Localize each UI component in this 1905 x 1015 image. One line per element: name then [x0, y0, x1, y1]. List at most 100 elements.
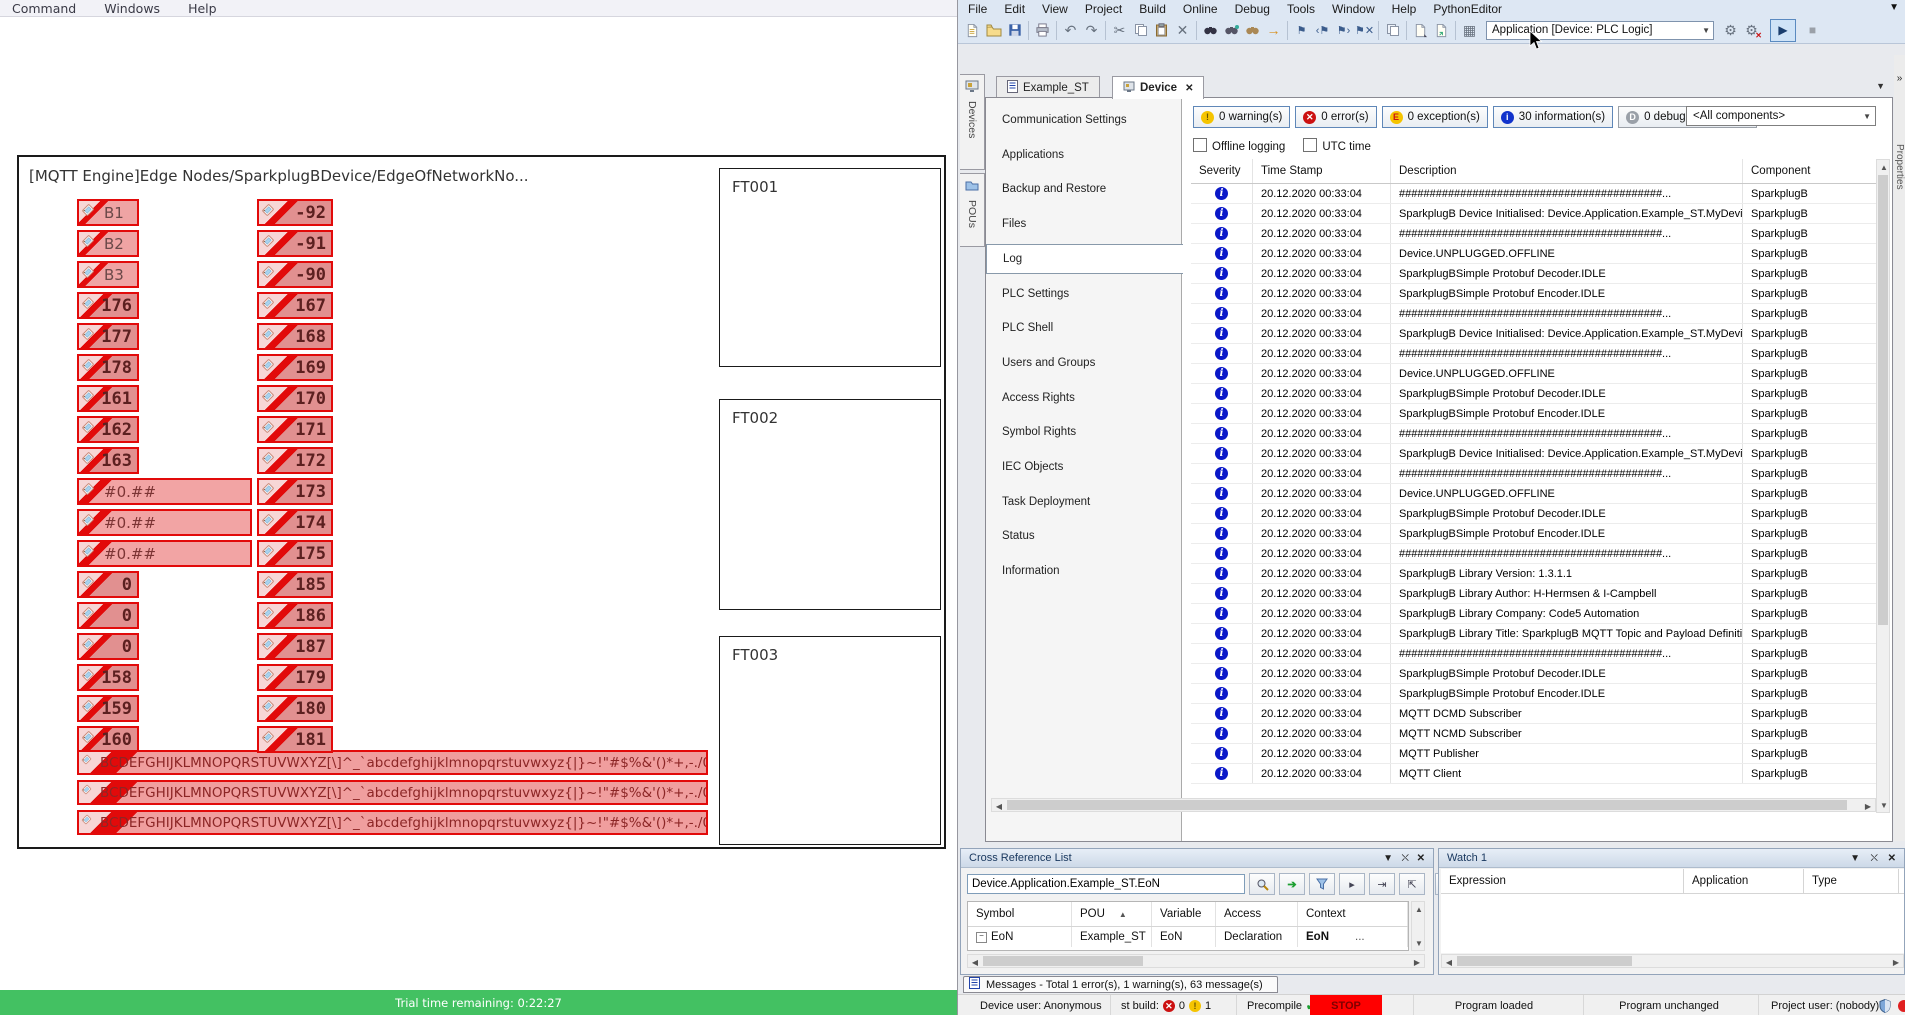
filter-icon[interactable]	[1309, 873, 1335, 895]
menu-item-project[interactable]: Project	[1085, 2, 1122, 16]
watch-hscroll-thumb[interactable]	[1457, 956, 1632, 966]
log-row[interactable]: i20.12.2020 00:33:04SparkplugB Device In…	[1191, 444, 1881, 464]
xref-column-context[interactable]: Context	[1298, 902, 1408, 926]
active-application-combo[interactable]: Application [Device: PLC Logic]▼	[1486, 21, 1714, 40]
log-row[interactable]: i20.12.2020 00:33:04SparkplugB Library V…	[1191, 564, 1881, 584]
filter-information-button[interactable]: i30 information(s)	[1493, 106, 1613, 128]
log-row[interactable]: i20.12.2020 00:33:04SparkplugBSimple Pro…	[1191, 384, 1881, 404]
undo-icon[interactable]: ↶	[1060, 20, 1081, 41]
scroll-right-icon[interactable]: ▶	[1889, 955, 1903, 969]
log-column-description[interactable]: Description	[1391, 159, 1743, 183]
log-row[interactable]: i20.12.2020 00:33:04Device.UNPLUGGED.OFF…	[1191, 244, 1881, 264]
sidebar-item-communication-settings[interactable]: Communication Settings	[986, 105, 1182, 135]
watch-column-expression[interactable]: Expression	[1441, 869, 1684, 893]
watch-hscrollbar[interactable]: ◀ ▶	[1441, 954, 1904, 968]
log-row[interactable]: i20.12.2020 00:33:04SparkplugBSimple Pro…	[1191, 504, 1881, 524]
log-row[interactable]: i20.12.2020 00:33:04MQTT NCMD Subscriber…	[1191, 724, 1881, 744]
filter-exception-button[interactable]: E0 exception(s)	[1382, 106, 1488, 128]
insert-icon[interactable]: ⇱	[1399, 873, 1425, 895]
menu-item-view[interactable]: View	[1042, 2, 1068, 16]
log-row[interactable]: i20.12.2020 00:33:04SparkplugB Library T…	[1191, 624, 1881, 644]
bookmark-toggle-icon[interactable]: ⚑	[1291, 20, 1312, 41]
xref-column-variable[interactable]: Variable	[1152, 902, 1216, 926]
sidebar-item-access-rights[interactable]: Access Rights	[986, 383, 1182, 413]
filter-warning-button[interactable]: !0 warning(s)	[1193, 106, 1290, 128]
stop-button[interactable]: ■	[1802, 20, 1823, 41]
dock-tab-devices[interactable]: Devices	[960, 74, 985, 170]
log-row[interactable]: i20.12.2020 00:33:04####################…	[1191, 464, 1881, 484]
cross-reference-row[interactable]: −EoNExample_STEoNDeclarationEoN ...	[968, 927, 1408, 947]
sidebar-item-task-deployment[interactable]: Task Deployment	[986, 487, 1182, 517]
menu-item-online[interactable]: Online	[1183, 2, 1218, 16]
jump-to-icon[interactable]: ⇥	[1369, 873, 1395, 895]
filter-error-button[interactable]: ✕0 error(s)	[1295, 106, 1376, 128]
sidebar-item-log[interactable]: Log	[986, 244, 1183, 274]
sidebar-item-status[interactable]: Status	[986, 521, 1182, 551]
log-row[interactable]: i20.12.2020 00:33:04SparkplugBSimple Pro…	[1191, 684, 1881, 704]
xref-hscroll-thumb[interactable]	[983, 956, 1143, 966]
copy-special-icon[interactable]	[1382, 20, 1403, 41]
paste-icon[interactable]	[1151, 20, 1172, 41]
sidebar-item-symbol-rights[interactable]: Symbol Rights	[986, 417, 1182, 447]
watch-column-type[interactable]: Type	[1804, 869, 1899, 893]
sidebar-item-information[interactable]: Information	[986, 556, 1182, 586]
menu-item-pythoneditor[interactable]: PythonEditor	[1433, 2, 1502, 16]
right-dock-tab-properties[interactable]: Properties	[1894, 144, 1905, 190]
new-file-icon[interactable]	[962, 20, 983, 41]
offline-logging-checkbox[interactable]: Offline logging	[1193, 138, 1285, 153]
log-vscrollbar[interactable]: ▲ ▼	[1876, 159, 1890, 813]
log-hscrollbar[interactable]: ◀ ▶	[991, 798, 1876, 812]
bookmark-prev-icon[interactable]: ‹⚑	[1312, 20, 1333, 41]
sidebar-item-backup-and-restore[interactable]: Backup and Restore	[986, 174, 1182, 204]
search-icon[interactable]	[1249, 873, 1275, 895]
dock-tab-pous[interactable]: POUs	[960, 173, 985, 247]
menu-item-window[interactable]: Window	[1332, 2, 1375, 16]
log-row[interactable]: i20.12.2020 00:33:04####################…	[1191, 224, 1881, 244]
close-icon[interactable]: ✕	[1417, 853, 1425, 864]
scroll-up-icon[interactable]: ▲	[1412, 902, 1426, 916]
scroll-up-icon[interactable]: ▲	[1877, 160, 1891, 174]
scroll-left-icon[interactable]: ◀	[992, 799, 1006, 813]
menu-item-help[interactable]: Help	[188, 1, 217, 16]
xref-column-access[interactable]: Access	[1216, 902, 1298, 926]
log-row[interactable]: i20.12.2020 00:33:04SparkplugBSimple Pro…	[1191, 664, 1881, 684]
xref-vscrollbar[interactable]: ▲ ▼	[1411, 901, 1425, 951]
close-icon[interactable]: ✕	[1185, 83, 1193, 94]
scroll-left-icon[interactable]: ◀	[1442, 955, 1456, 969]
redo-icon[interactable]: ↷	[1081, 20, 1102, 41]
bookmark-next-icon[interactable]: ⚑›	[1333, 20, 1354, 41]
save-icon[interactable]	[1004, 20, 1025, 41]
replace-next-icon[interactable]: →	[1263, 20, 1284, 41]
log-row[interactable]: i20.12.2020 00:33:04Device.UNPLUGGED.OFF…	[1191, 364, 1881, 384]
menu-item-edit[interactable]: Edit	[1004, 2, 1025, 16]
xref-hscrollbar[interactable]: ◀ ▶	[967, 954, 1425, 968]
log-vscroll-thumb[interactable]	[1878, 175, 1888, 625]
scroll-left-icon[interactable]: ◀	[968, 955, 982, 969]
log-row[interactable]: i20.12.2020 00:33:04SparkplugB Device In…	[1191, 324, 1881, 344]
log-column-severity[interactable]: Severity	[1191, 159, 1253, 183]
log-row[interactable]: i20.12.2020 00:33:04####################…	[1191, 344, 1881, 364]
login-gear-icon[interactable]: ⚙	[1720, 20, 1741, 41]
log-row[interactable]: i20.12.2020 00:33:04MQTT DCMD Subscriber…	[1191, 704, 1881, 724]
start-button[interactable]: ▶	[1770, 19, 1796, 42]
tab-list-arrow-icon[interactable]: ▼	[1876, 81, 1885, 91]
export-icon[interactable]	[1431, 20, 1452, 41]
dropdown-icon[interactable]: ▼	[1383, 853, 1393, 864]
find-replace-icon[interactable]	[1242, 20, 1263, 41]
sidebar-item-iec-objects[interactable]: IEC Objects	[986, 452, 1182, 482]
pin-icon[interactable]: ⛌	[1871, 853, 1878, 864]
menu-item-build[interactable]: Build	[1139, 2, 1166, 16]
log-row[interactable]: i20.12.2020 00:33:04SparkplugBSimple Pro…	[1191, 264, 1881, 284]
log-row[interactable]: i20.12.2020 00:33:04MQTT PublisherSparkp…	[1191, 744, 1881, 764]
close-icon[interactable]: ✕	[1888, 853, 1896, 864]
log-row[interactable]: i20.12.2020 00:33:04SparkplugB Library C…	[1191, 604, 1881, 624]
log-row[interactable]: i20.12.2020 00:33:04MQTT ClientSparkplug…	[1191, 764, 1881, 784]
log-row[interactable]: i20.12.2020 00:33:04####################…	[1191, 184, 1881, 204]
menu-item-debug[interactable]: Debug	[1235, 2, 1270, 16]
log-row[interactable]: i20.12.2020 00:33:04SparkplugB Library A…	[1191, 584, 1881, 604]
log-row[interactable]: i20.12.2020 00:33:04SparkplugBSimple Pro…	[1191, 524, 1881, 544]
menu-item-command[interactable]: Command	[12, 1, 76, 16]
xref-column-pou[interactable]: POU ▲	[1072, 902, 1152, 926]
tree-collapse-icon[interactable]: −	[976, 932, 987, 943]
log-row[interactable]: i20.12.2020 00:33:04####################…	[1191, 424, 1881, 444]
